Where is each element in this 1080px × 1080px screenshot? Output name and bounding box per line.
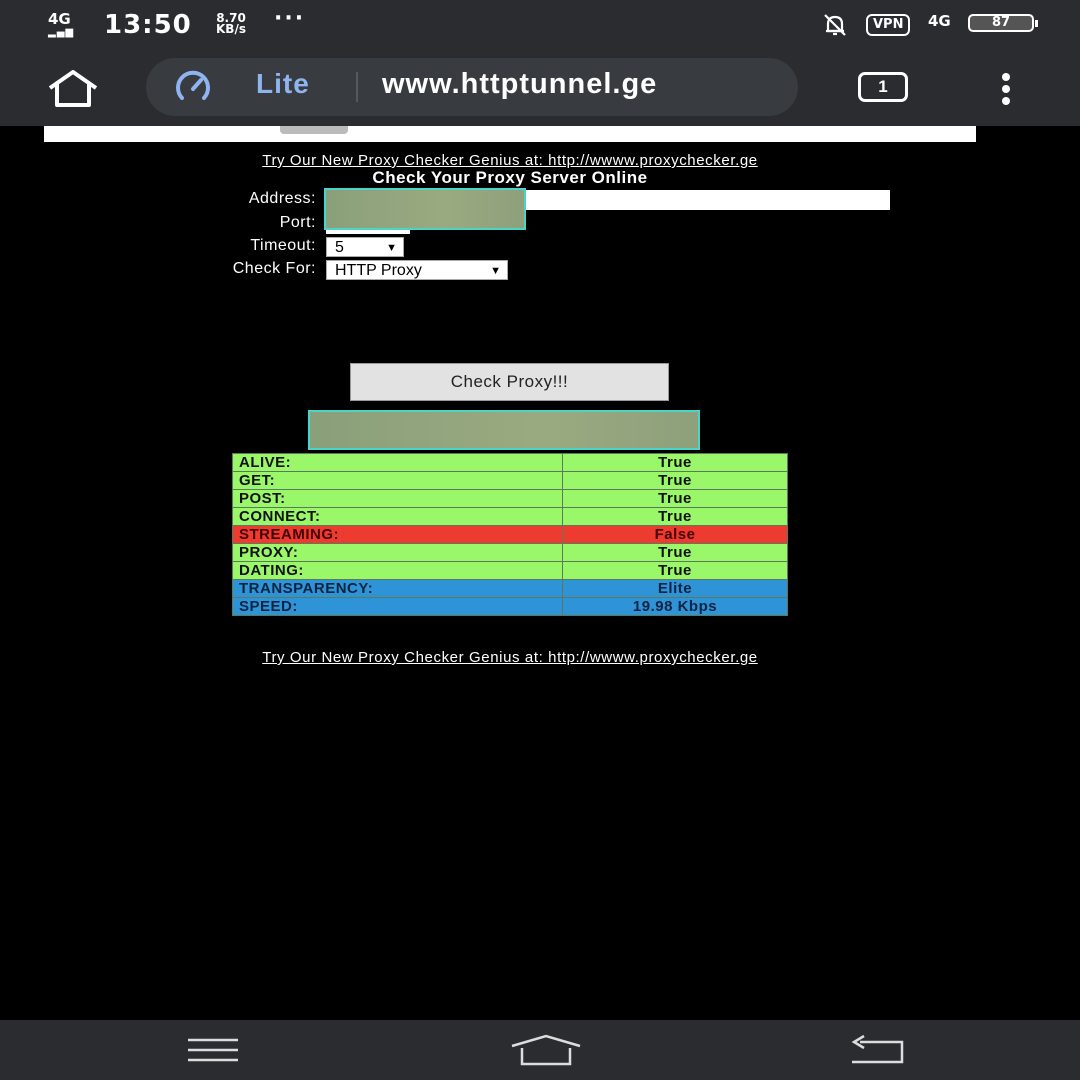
result-value: Elite (562, 579, 788, 598)
result-value: True (562, 543, 788, 562)
result-label: PROXY: (232, 543, 563, 562)
result-value: True (562, 489, 788, 508)
browser-toolbar: Lite www.httptunnel.ge 1 (0, 50, 1080, 126)
url-divider (356, 72, 358, 102)
clock: 13:50 (104, 10, 192, 40)
network-speed: 8.70 KB/s (216, 12, 246, 36)
check-for-select[interactable]: HTTP Proxy ▼ (326, 260, 508, 280)
result-label: STREAMING: (232, 525, 563, 544)
tab-switcher-button[interactable]: 1 (858, 72, 908, 102)
address-label: Address: (248, 190, 316, 207)
result-value: 19.98 Kbps (562, 597, 788, 616)
result-label: DATING: (232, 561, 563, 580)
results-table: ALIVE: True GET: True POST: True CONNECT: True S… (232, 453, 788, 616)
result-value: True (562, 507, 788, 526)
result-label: ALIVE: (232, 453, 563, 472)
result-label: CONNECT: (232, 507, 563, 526)
result-label: TRANSPARENCY: (232, 579, 563, 598)
banner-tab (280, 126, 348, 134)
chevron-down-icon: ▼ (386, 242, 397, 254)
proxy-checker-link-top[interactable]: Try Our New Proxy Checker Genius at: htt… (0, 152, 1020, 169)
result-row: DATING: True (232, 561, 788, 580)
result-label: POST: (232, 489, 563, 508)
page-title: Check Your Proxy Server Online (372, 168, 648, 187)
result-value: True (562, 471, 788, 490)
result-row: PROXY: True (232, 543, 788, 562)
port-label: Port: (279, 214, 316, 231)
timeout-select[interactable]: 5 ▼ (326, 237, 404, 257)
result-label: SPEED: (232, 597, 563, 616)
vpn-badge: VPN (866, 14, 911, 36)
result-row: SPEED: 19.98 Kbps (232, 597, 788, 616)
check-for-value: HTTP Proxy (335, 262, 422, 279)
tab-count: 1 (878, 77, 888, 96)
speedometer-icon[interactable] (174, 68, 212, 106)
result-row: STREAMING: False (232, 525, 788, 544)
signal-bars-icon: ▂▄▆ (48, 27, 75, 38)
status-bar: 4G ▂▄▆ 13:50 8.70 KB/s ··· VPN 4G 87 (0, 0, 1080, 50)
result-row: POST: True (232, 489, 788, 508)
more-notifications: ··· (274, 6, 306, 31)
lite-mode-label[interactable]: Lite (256, 68, 310, 100)
result-row: GET: True (232, 471, 788, 490)
back-arrow-icon[interactable] (850, 1034, 904, 1066)
system-nav-bar (0, 1020, 1080, 1080)
result-value: True (562, 453, 788, 472)
check-for-label: Check For: (232, 260, 316, 277)
check-proxy-button[interactable]: Check Proxy!!! (350, 363, 669, 401)
result-row: CONNECT: True (232, 507, 788, 526)
network-type-right: 4G (928, 12, 951, 30)
bell-off-icon (824, 14, 846, 36)
signal-indicator: 4G ▂▄▆ (48, 12, 74, 40)
home-icon[interactable] (44, 70, 102, 108)
top-banner (44, 126, 976, 142)
redacted-address-overlay (324, 188, 526, 230)
result-value: False (562, 525, 788, 544)
redacted-result-overlay (308, 410, 700, 450)
result-row: ALIVE: True (232, 453, 788, 472)
hamburger-icon[interactable] (188, 1038, 238, 1062)
home-outline-icon[interactable] (510, 1034, 582, 1066)
battery-indicator: 87 (968, 14, 1038, 32)
result-value: True (562, 561, 788, 580)
timeout-value: 5 (335, 239, 344, 256)
more-vertical-icon[interactable] (994, 72, 1018, 106)
web-page: Try Our New Proxy Checker Genius at: htt… (0, 126, 1080, 1020)
proxy-checker-link-bottom[interactable]: Try Our New Proxy Checker Genius at: htt… (0, 649, 1020, 666)
result-label: GET: (232, 471, 563, 490)
network-speed-unit: KB/s (216, 22, 246, 36)
url-text[interactable]: www.httptunnel.ge (382, 68, 657, 101)
chevron-down-icon: ▼ (490, 265, 501, 277)
address-bar[interactable]: Lite www.httptunnel.ge (146, 58, 798, 116)
result-row: TRANSPARENCY: Elite (232, 579, 788, 598)
timeout-label: Timeout: (250, 237, 316, 254)
